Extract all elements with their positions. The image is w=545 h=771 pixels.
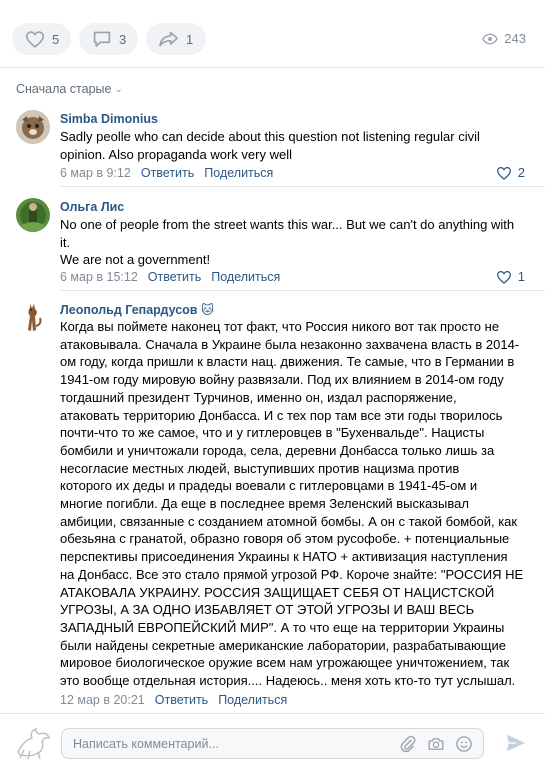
comment-author[interactable]: Ольга Лис	[60, 200, 124, 214]
avatar[interactable]	[16, 198, 50, 232]
views-counter: 243	[482, 31, 526, 46]
divider	[60, 186, 545, 187]
share-link[interactable]: Поделиться	[211, 270, 280, 284]
comment-line: 1941-ом году мировую войну развязали. По…	[60, 372, 504, 388]
share-icon	[158, 29, 180, 49]
comment-button[interactable]: 3	[79, 23, 138, 55]
comment-meta: 6 мар в 15:12 Ответить Поделиться	[60, 270, 280, 284]
comment-like-button[interactable]: 2	[496, 165, 525, 180]
comment-line: opinion. Also propaganda work very well	[60, 146, 292, 162]
comment-line: мировое биологическое оружие всем нам уг…	[60, 655, 510, 671]
post-action-bar: 5 3 1 243	[0, 0, 545, 70]
send-icon	[506, 734, 526, 752]
comment-line: на Донбасс. Все это стало прямой угрозой…	[60, 566, 524, 582]
avatar[interactable]	[16, 110, 50, 144]
comment-line: Sadly peolle who can decide about this q…	[60, 129, 480, 144]
share-link[interactable]: Поделиться	[218, 693, 287, 707]
comment-input-placeholder: Написать комментарий...	[73, 737, 219, 751]
heart-icon	[24, 29, 46, 49]
share-count: 1	[186, 31, 194, 47]
reply-link[interactable]: Ответить	[148, 270, 201, 284]
composer-tools	[399, 735, 473, 753]
comment-line: были найдены секретные американские лабо…	[60, 637, 506, 653]
heart-icon	[496, 166, 511, 180]
share-button[interactable]: 1	[146, 23, 206, 55]
paperclip-icon[interactable]	[399, 735, 417, 753]
comment-line: обезьяна с гранатой, образно говоря об э…	[60, 531, 510, 547]
comment-like-button[interactable]: 1	[496, 269, 525, 284]
divider	[0, 67, 545, 68]
comment-input[interactable]: Написать комментарий...	[61, 728, 484, 759]
comment-date[interactable]: 6 мар в 15:12	[60, 270, 138, 284]
comment-line: амбиции, связанные с созданием атомной б…	[60, 513, 518, 529]
comment-line: тогдашний президент Турчинов, именно он,…	[60, 389, 457, 405]
emoji-icon[interactable]	[455, 735, 473, 753]
cat-badge-icon: 🐱	[200, 303, 215, 317]
comment-line: No one of people from the street wants t…	[60, 217, 515, 232]
send-button[interactable]	[505, 733, 527, 758]
comment-meta: 6 мар в 9:12 Ответить Поделиться	[60, 166, 273, 180]
comment-line: Когда вы поймете наконец тот факт, что Р…	[60, 319, 500, 334]
sort-label: Сначала старые	[16, 82, 112, 96]
comment-like-count: 2	[517, 165, 525, 180]
comment-like-count: 1	[517, 269, 525, 284]
divider	[60, 290, 545, 291]
comment-text: Sadly peolle who can decide about this q…	[60, 128, 530, 163]
comment-date[interactable]: 12 мар в 20:21	[60, 693, 145, 707]
comment-line: бомбили и уничтожали города, села, дерев…	[60, 442, 495, 458]
comment-line: многие погибли. Да еще в последнее время…	[60, 496, 469, 512]
comment-author[interactable]: Simba Dimonius	[60, 112, 158, 126]
comment-text: Когда вы поймете наконец тот факт, что Р…	[60, 318, 530, 690]
views-count: 243	[504, 31, 526, 46]
comment-line: ом году, когда пришли к власти нац. движ…	[60, 354, 515, 370]
sort-dropdown[interactable]: Сначала старые ⌄	[16, 82, 123, 96]
comment-date[interactable]: 6 мар в 9:12	[60, 166, 131, 180]
comment-line: которого их деды и прадеды воевали с гит…	[60, 478, 478, 494]
comment-text: No one of people from the street wants t…	[60, 216, 530, 269]
comment-line: атаковать территорию Донбасса. И с тех п…	[60, 407, 503, 423]
chevron-down-icon: ⌄	[114, 83, 123, 95]
comment-line: несогласие местных людей, выступивших пр…	[60, 460, 460, 476]
comment-line: это вообще отдельная история.... Надеюсь…	[60, 673, 516, 689]
comment-line: ЗАПАДНЫЙ ЕВРОПЕЙСКИЙ МИР". А то что еще …	[60, 619, 505, 635]
comment-line: атаковывала. Сначала в Украине была неза…	[60, 336, 520, 352]
camera-icon[interactable]	[427, 735, 445, 753]
comment-author[interactable]: Леопольд Гепардусов 🐱	[60, 302, 214, 317]
comment-line: почти-что то же самое, что и у гитлеровц…	[60, 425, 485, 441]
comment-line: УГРОЗЫ, А ЗА ОДНО ИЗБАВЛЯЕТ ОТ ЭТОЙ УГРО…	[60, 602, 475, 618]
comment-count: 3	[119, 31, 127, 47]
comment-line: We are not a government!	[60, 252, 211, 268]
like-count: 5	[52, 31, 60, 47]
avatar[interactable]	[16, 300, 50, 334]
comment-line: АТАКОВАЛА УКРАИНУ. РОССИЯ ЗАЩИЩАЕТ СЕБЯ …	[60, 584, 495, 600]
divider	[0, 713, 545, 714]
reply-link[interactable]: Ответить	[141, 166, 194, 180]
avatar	[14, 726, 52, 760]
eye-icon	[482, 33, 499, 44]
reply-link[interactable]: Ответить	[155, 693, 208, 707]
share-link[interactable]: Поделиться	[204, 166, 273, 180]
heart-icon	[496, 270, 511, 284]
comment-meta: 12 мар в 20:21 Ответить Поделиться	[60, 693, 287, 707]
comment-icon	[91, 29, 113, 49]
comment-author-name: Леопольд Гепардусов	[60, 303, 198, 317]
comment-line: it.	[60, 234, 71, 250]
comment-line: перспективы присоединения Украины к НАТО…	[60, 549, 508, 565]
like-button[interactable]: 5	[12, 23, 71, 55]
